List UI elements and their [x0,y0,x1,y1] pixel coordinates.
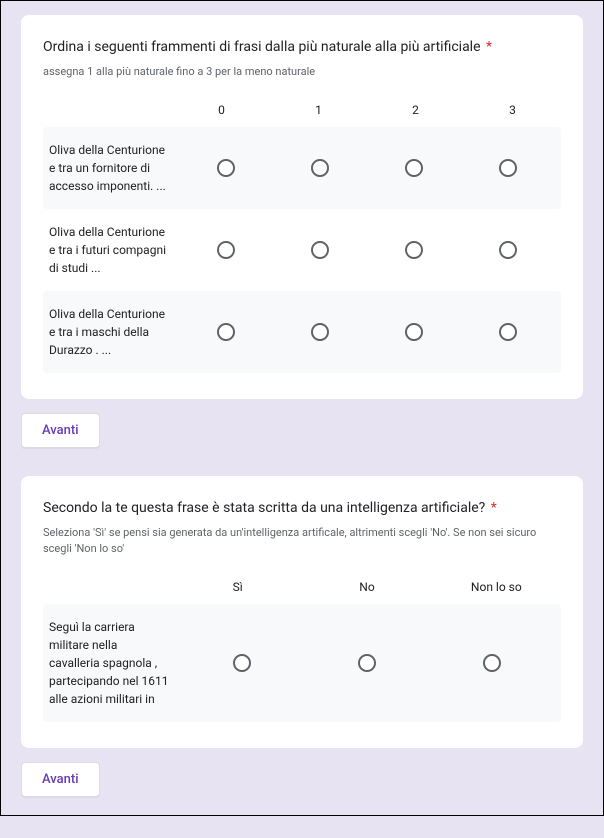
question-card-ordering: Ordina i seguenti frammenti di frasi dal… [21,15,583,399]
required-asterisk: * [491,500,497,516]
question-title-text: Secondo la te questa frase è stata scrit… [43,500,485,516]
row-label: Seguì la carriera militare nella cavalle… [49,618,179,708]
column-header: 2 [367,103,464,117]
question-title: Ordina i seguenti frammenti di frasi dal… [43,37,561,58]
cell [273,241,367,259]
column-header: 1 [270,103,367,117]
radio-option[interactable] [483,654,501,672]
grid-header-spacer [43,103,173,117]
radio-option[interactable] [311,323,329,341]
cell [304,654,429,672]
column-header: Sì [173,580,302,594]
radio-option[interactable] [405,323,423,341]
section-gap [21,468,583,476]
cell [367,241,461,259]
cell [273,159,367,177]
column-header: Non lo so [432,580,561,594]
cell [461,241,555,259]
radio-option[interactable] [311,159,329,177]
radio-option[interactable] [217,159,235,177]
cell [179,323,273,341]
question-description: Seleziona 'Sì' se pensi sia generata da … [43,525,561,558]
row-label: Oliva della Centurione e tra i maschi de… [49,305,179,359]
table-row: Seguì la carriera militare nella cavalle… [43,604,561,722]
radio-option[interactable] [405,241,423,259]
cell [461,159,555,177]
column-header: 3 [464,103,561,117]
next-button[interactable]: Avanti [21,762,100,797]
radio-option[interactable] [233,654,251,672]
cell [179,159,273,177]
radio-option[interactable] [217,323,235,341]
table-row: Oliva della Centurione e tra i futuri co… [43,209,561,291]
required-asterisk: * [486,39,492,55]
table-row: Oliva della Centurione e tra un fornitor… [43,127,561,209]
question-title-text: Ordina i seguenti frammenti di frasi dal… [43,39,481,55]
question-card-ai: Secondo la te questa frase è stata scrit… [21,476,583,748]
column-header: No [302,580,431,594]
cell [461,323,555,341]
cell [367,323,461,341]
radio-option[interactable] [499,159,517,177]
radio-option[interactable] [499,241,517,259]
radio-option[interactable] [405,159,423,177]
radio-option[interactable] [217,241,235,259]
cell [273,323,367,341]
next-button[interactable]: Avanti [21,413,100,448]
question-description: assegna 1 alla più naturale fino a 3 per… [43,64,561,81]
radio-option[interactable] [311,241,329,259]
question-title: Secondo la te questa frase è stata scrit… [43,498,561,519]
row-label: Oliva della Centurione e tra i futuri co… [49,223,179,277]
grid-header-spacer [43,580,173,594]
table-row: Oliva della Centurione e tra i maschi de… [43,291,561,373]
cell [179,654,304,672]
grid-body: Oliva della Centurione e tra un fornitor… [43,127,561,373]
grid-header: 0 1 2 3 [43,95,561,127]
row-label: Oliva della Centurione e tra un fornitor… [49,141,179,195]
cell [367,159,461,177]
grid-header: Sì No Non lo so [43,572,561,604]
radio-option[interactable] [358,654,376,672]
column-header: 0 [173,103,270,117]
radio-option[interactable] [499,323,517,341]
cell [179,241,273,259]
grid-body: Seguì la carriera militare nella cavalle… [43,604,561,722]
cell [430,654,555,672]
